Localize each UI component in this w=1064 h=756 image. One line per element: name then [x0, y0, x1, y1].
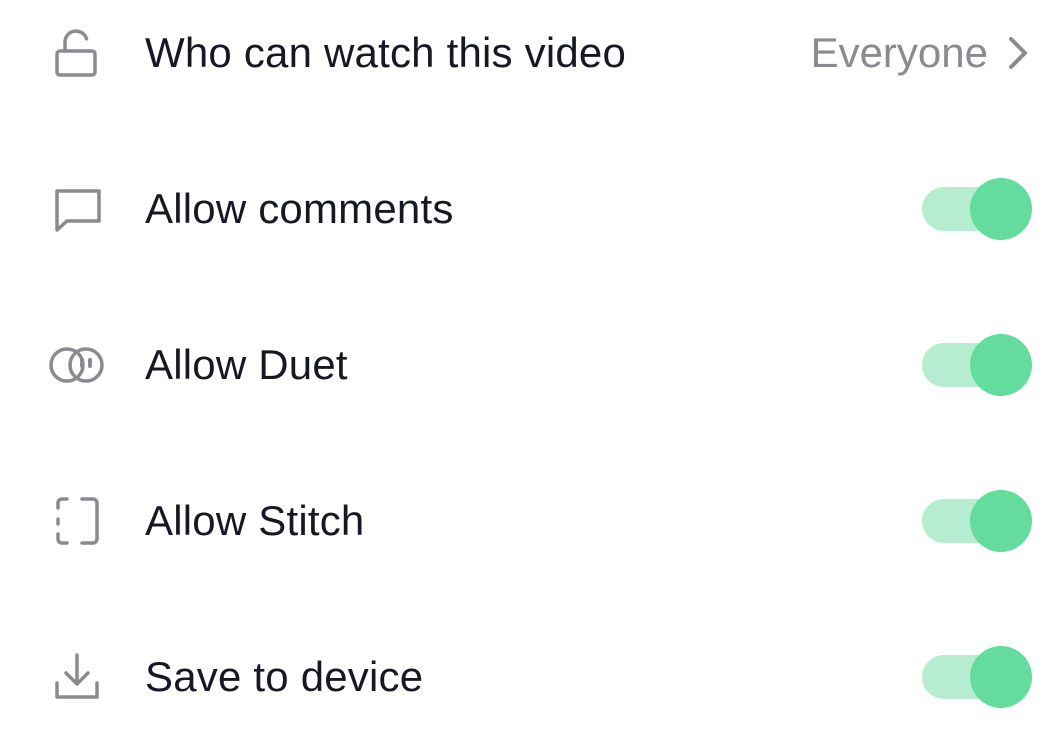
- comment-icon: [48, 180, 106, 238]
- allow-stitch-label: Allow Stitch: [145, 497, 365, 544]
- stitch-icon: [48, 492, 106, 550]
- duet-icon: [48, 336, 106, 394]
- toggle-knob: [970, 334, 1032, 396]
- who-can-watch-label: Who can watch this video: [145, 29, 627, 76]
- video-settings-list: Who can watch this video Everyone Allow …: [0, 0, 1064, 756]
- chevron-right-icon: [1006, 35, 1030, 71]
- allow-duet-row: Allow Duet: [0, 310, 1064, 420]
- toggle-knob: [970, 178, 1032, 240]
- lock-icon: [48, 24, 106, 82]
- save-to-device-toggle[interactable]: [922, 646, 1032, 708]
- allow-stitch-row: Allow Stitch: [0, 466, 1064, 576]
- who-can-watch-row[interactable]: Who can watch this video Everyone: [0, 0, 1064, 108]
- toggle-knob: [970, 490, 1032, 552]
- allow-comments-row: Allow comments: [0, 154, 1064, 264]
- download-icon: [48, 648, 106, 706]
- allow-duet-toggle[interactable]: [922, 334, 1032, 396]
- toggle-knob: [970, 646, 1032, 708]
- who-can-watch-value[interactable]: Everyone: [811, 28, 1030, 78]
- privacy-value: Everyone: [810, 29, 988, 76]
- allow-stitch-toggle[interactable]: [922, 490, 1032, 552]
- save-to-device-label: Save to device: [145, 653, 424, 700]
- allow-comments-toggle[interactable]: [922, 178, 1032, 240]
- allow-duet-label: Allow Duet: [145, 341, 348, 388]
- save-to-device-row: Save to device: [0, 622, 1064, 732]
- allow-comments-label: Allow comments: [145, 185, 454, 232]
